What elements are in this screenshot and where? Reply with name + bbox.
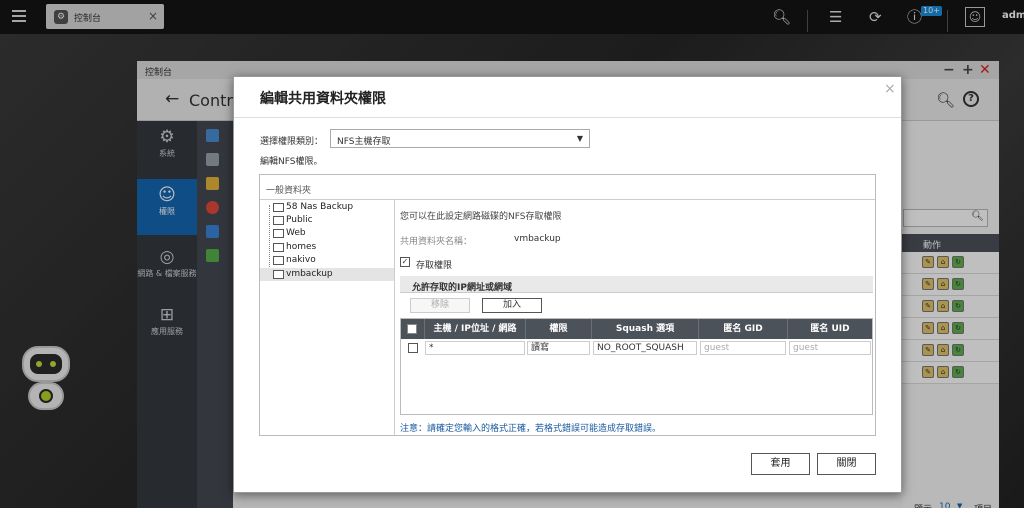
permission-type-value: NFS主機存取 <box>337 137 391 147</box>
host-input[interactable]: * <box>425 341 525 355</box>
folder-icon <box>273 256 284 265</box>
folder-permission-box: 一般資料夾 58 Nas Backup Public Web homes nak… <box>259 174 876 436</box>
column-squash[interactable]: Squash 選項 <box>592 319 699 339</box>
divider <box>234 117 901 118</box>
select-all-checkbox[interactable] <box>407 324 417 334</box>
access-permission-checkbox[interactable]: ✓ <box>400 257 410 267</box>
allowed-ip-section-header: 允許存取的IP網址或網域 <box>400 276 873 293</box>
tree-item-nakivo[interactable]: nakivo <box>260 254 394 267</box>
column-host[interactable]: 主機 / IP位址 / 網路 <box>425 319 526 339</box>
anon-uid-input[interactable]: guest <box>789 341 871 355</box>
folder-section-title: 一般資料夾 <box>266 186 312 196</box>
permission-select[interactable]: 讀寫 <box>527 341 590 355</box>
remove-button[interactable]: 移除 <box>410 298 470 313</box>
tree-item-web[interactable]: Web <box>260 227 394 240</box>
permission-type-label: 選擇權限類別： <box>260 137 324 147</box>
close-button[interactable]: 關閉 <box>817 453 876 475</box>
row-checkbox[interactable] <box>408 343 418 353</box>
column-permission[interactable]: 權限 <box>526 319 592 339</box>
allowed-ip-title: 允許存取的IP網址或網域 <box>412 283 512 293</box>
nfs-description: 您可以在此設定網路磁碟的NFS存取權限 <box>400 212 562 222</box>
tree-item-public[interactable]: Public <box>260 214 394 227</box>
access-permission-label: 存取權限 <box>416 261 453 271</box>
permission-type-select[interactable]: NFS主機存取 ▼ <box>330 129 590 148</box>
folder-icon <box>273 203 284 212</box>
folder-icon <box>273 270 284 279</box>
dropdown-arrow-icon: ▼ <box>576 134 583 143</box>
add-button[interactable]: 加入 <box>482 298 542 313</box>
folder-icon <box>273 229 284 238</box>
tree-item-58-nas-backup[interactable]: 58 Nas Backup <box>260 201 394 214</box>
apply-button[interactable]: 套用 <box>751 453 810 475</box>
nfs-permission-pane: 您可以在此設定網路磁碟的NFS存取權限 共用資料夾名稱： vmbackup ✓ … <box>400 200 875 435</box>
folder-icon <box>273 216 284 225</box>
share-name-label: 共用資料夾名稱： <box>400 237 473 247</box>
folder-icon <box>273 243 284 252</box>
folder-tree: 58 Nas Backup Public Web homes nakivo vm… <box>260 200 395 435</box>
dialog-title: 編輯共用資料夾權限 <box>260 91 386 107</box>
anon-gid-input[interactable]: guest <box>700 341 786 355</box>
column-anon-gid[interactable]: 匿名 GID <box>699 319 788 339</box>
select-all-column <box>401 319 425 339</box>
format-note: 注意：請確定您輸入的格式正確，若格式錯誤可能造成存取錯誤。 <box>400 424 662 434</box>
tree-item-homes[interactable]: homes <box>260 241 394 254</box>
nfs-access-table: 主機 / IP位址 / 網路 權限 Squash 選項 匿名 GID 匿名 UI… <box>400 318 873 415</box>
tree-item-vmbackup[interactable]: vmbackup <box>260 268 394 281</box>
table-header: 主機 / IP位址 / 網路 權限 Squash 選項 匿名 GID 匿名 UI… <box>401 319 872 339</box>
table-row: * 讀寫 NO_ROOT_SQUASH guest guest <box>401 340 872 356</box>
share-name-value: vmbackup <box>514 234 561 244</box>
edit-nfs-label: 編輯NFS權限。 <box>260 157 323 167</box>
edit-shared-folder-permission-dialog: 編輯共用資料夾權限 × 選擇權限類別： NFS主機存取 ▼ 編輯NFS權限。 一… <box>233 76 902 493</box>
close-icon[interactable]: × <box>884 81 896 97</box>
squash-select[interactable]: NO_ROOT_SQUASH <box>593 341 697 355</box>
column-anon-uid[interactable]: 匿名 UID <box>788 319 872 339</box>
